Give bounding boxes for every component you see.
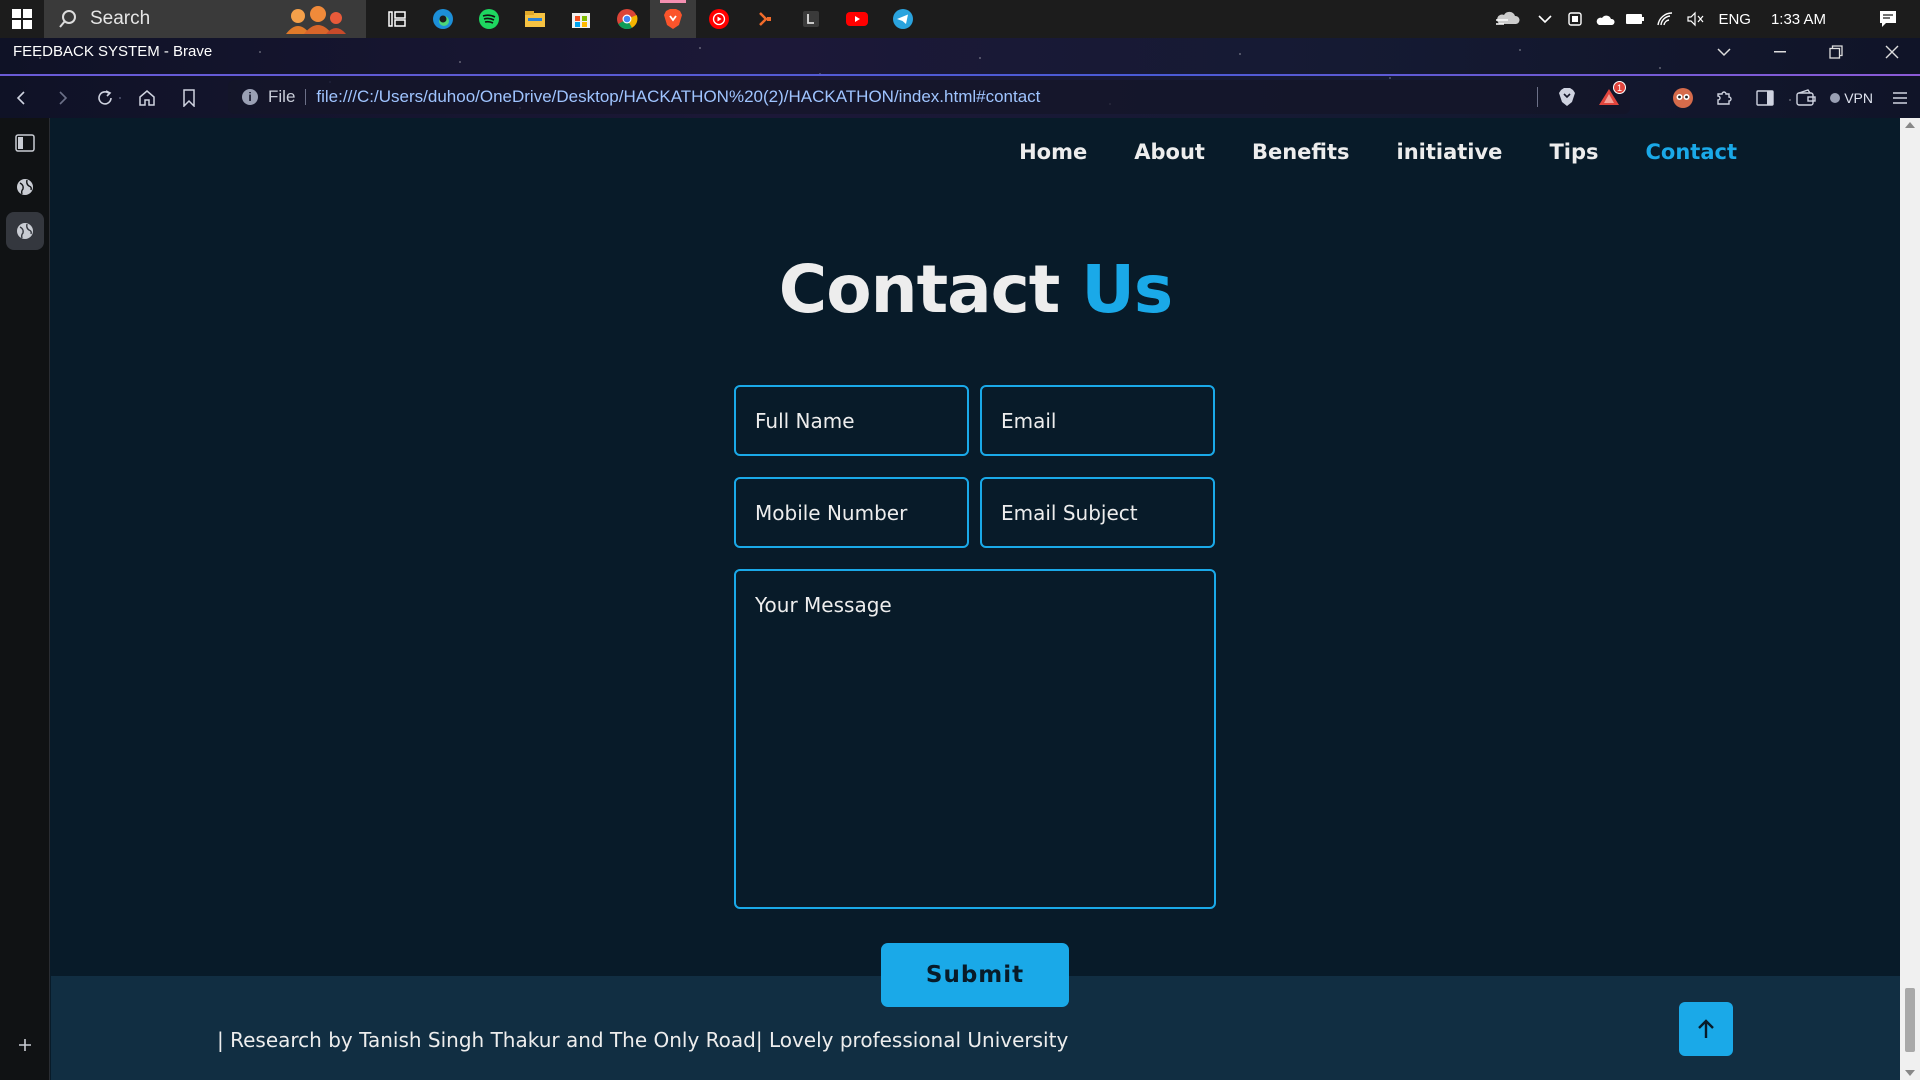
extensions-icon[interactable] — [1703, 78, 1744, 118]
main-nav: Home About Benefits initiative Tips Cont… — [1019, 140, 1737, 164]
restore-icon[interactable] — [1808, 38, 1864, 66]
email-subject-field[interactable]: Email Subject — [980, 477, 1215, 548]
spotify-icon[interactable] — [466, 0, 512, 38]
mobile-number-field[interactable]: Mobile Number — [734, 477, 969, 548]
url-text[interactable]: file:///C:/Users/duhoo/OneDrive/Desktop/… — [316, 87, 1040, 107]
site-info-icon[interactable]: i — [242, 89, 258, 105]
back-icon[interactable] — [0, 78, 42, 118]
submit-button[interactable]: Submit — [881, 943, 1069, 1007]
sidebar-toggle-icon[interactable] — [1744, 78, 1785, 118]
home-icon[interactable] — [126, 78, 168, 118]
nav-contact[interactable]: Contact — [1646, 140, 1738, 164]
forward-icon[interactable] — [42, 78, 84, 118]
active-tab-accent — [0, 74, 1920, 76]
page-title-highlight: Us — [1081, 251, 1173, 328]
vpn-label: VPN — [1844, 90, 1873, 106]
task-view-icon[interactable] — [374, 0, 420, 38]
web-page: Home About Benefits initiative Tips Cont… — [51, 118, 1900, 1080]
page-title-main: Contact — [778, 251, 1061, 328]
nav-initiative[interactable]: initiative — [1397, 140, 1503, 164]
browser-sidebar — [0, 118, 50, 1080]
chevron-up-icon[interactable] — [1530, 14, 1560, 24]
sidebar-add-icon[interactable] — [6, 1026, 44, 1064]
wifi-icon[interactable] — [1650, 11, 1680, 27]
app-arrow-icon[interactable] — [742, 0, 788, 38]
taskbar-search[interactable]: Search — [44, 0, 366, 38]
onedrive-icon[interactable] — [1590, 12, 1620, 26]
windows-start-button[interactable] — [0, 0, 44, 38]
notification-center-icon[interactable] — [1868, 10, 1908, 28]
footer-text: | Research by Tanish Singh Thakur and Th… — [217, 1028, 1069, 1052]
reload-icon[interactable] — [84, 78, 126, 118]
scroll-to-top-button[interactable] — [1679, 1002, 1733, 1056]
wallet-icon[interactable] — [1785, 78, 1826, 118]
url-divider — [1537, 87, 1538, 107]
app-l-icon[interactable] — [788, 0, 834, 38]
arrow-up-icon — [1698, 1019, 1714, 1038]
taskbar-search-label: Search — [90, 8, 151, 29]
sidebar-panel-icon[interactable] — [6, 124, 44, 162]
sidebar-globe-active-icon[interactable] — [5, 212, 44, 250]
battery-icon[interactable] — [1620, 13, 1650, 25]
browser-toolbar: i File file:///C:/Users/duhoo/OneDrive/D… — [0, 78, 1920, 118]
telegram-icon[interactable] — [880, 0, 926, 38]
profile-avatar-icon[interactable] — [1662, 78, 1703, 118]
scroll-thumb[interactable] — [1905, 988, 1915, 1052]
window-title: FEEDBACK SYSTEM - Brave — [13, 43, 213, 60]
language-indicator[interactable]: ENG — [1718, 11, 1751, 28]
chrome-icon[interactable] — [604, 0, 650, 38]
close-icon[interactable] — [1864, 38, 1920, 66]
nav-home[interactable]: Home — [1019, 140, 1087, 164]
youtube-music-icon[interactable] — [696, 0, 742, 38]
page-scrollbar[interactable] — [1900, 118, 1920, 1080]
windows-logo-icon — [12, 9, 32, 29]
sidebar-globe-icon[interactable] — [6, 168, 44, 206]
windows-taskbar: Search ENG 1:33 AM — [0, 0, 1920, 38]
brave-icon[interactable] — [650, 0, 696, 38]
tab-search-chevron-icon[interactable] — [1696, 38, 1752, 66]
volume-muted-icon[interactable] — [1680, 11, 1710, 27]
email-field[interactable]: Email — [980, 385, 1215, 456]
browser-chrome: FEEDBACK SYSTEM - Brave i File file:///C… — [0, 38, 1920, 118]
rewards-badge: 1 — [1613, 81, 1626, 94]
bookmark-icon[interactable] — [168, 78, 210, 118]
full-name-field[interactable]: Full Name — [734, 385, 969, 456]
meet-now-icon[interactable] — [1560, 11, 1590, 27]
vpn-status-icon — [1830, 93, 1841, 103]
youtube-icon[interactable] — [834, 0, 880, 38]
file-explorer-icon[interactable] — [512, 0, 558, 38]
nav-about[interactable]: About — [1134, 140, 1205, 164]
menu-icon[interactable] — [1879, 78, 1920, 118]
vpn-button[interactable]: VPN — [1830, 90, 1873, 106]
microsoft-store-icon[interactable] — [558, 0, 604, 38]
scroll-up-arrow-icon[interactable] — [1905, 122, 1915, 128]
clock[interactable]: 1:33 AM — [1771, 11, 1826, 28]
brave-rewards-icon[interactable]: 1 — [1588, 77, 1630, 117]
search-highlight-icon — [286, 6, 346, 34]
nav-tips[interactable]: Tips — [1549, 140, 1598, 164]
system-tray: ENG 1:33 AM — [1486, 0, 1920, 38]
contact-form: Full Name Email Mobile Number Email Subj… — [734, 385, 1216, 909]
page-title: Contact Us — [51, 251, 1900, 328]
nav-benefits[interactable]: Benefits — [1252, 140, 1350, 164]
url-scheme-label: File — [268, 88, 307, 105]
cloud-sync-icon[interactable] — [1486, 10, 1530, 28]
message-textarea[interactable]: Your Message — [734, 569, 1216, 909]
scroll-down-arrow-icon[interactable] — [1905, 1070, 1915, 1076]
address-bar[interactable]: i File file:///C:/Users/duhoo/OneDrive/D… — [228, 80, 1630, 114]
brave-shields-icon[interactable] — [1546, 77, 1588, 117]
minimize-icon[interactable] — [1752, 38, 1808, 66]
search-icon — [59, 10, 76, 28]
edge-icon[interactable] — [420, 0, 466, 38]
